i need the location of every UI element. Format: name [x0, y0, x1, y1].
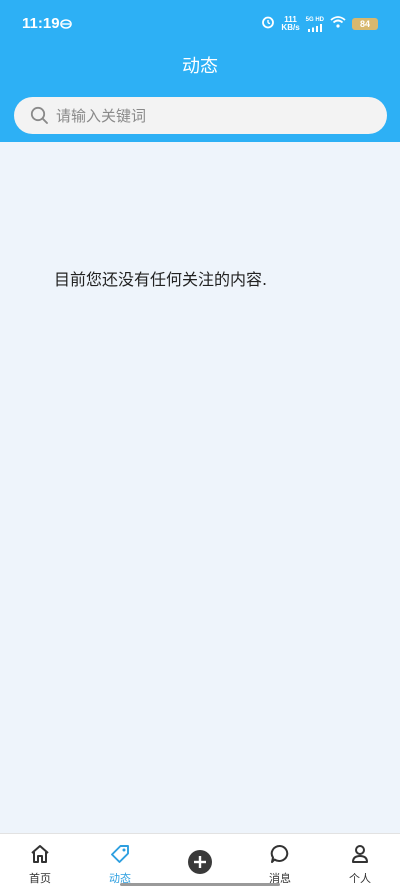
page-title: 动态 [182, 56, 218, 77]
battery-indicator: 84 [352, 18, 378, 30]
signal-label: 5G HD [305, 16, 324, 23]
cellular-signal-icon: 5G HD [306, 17, 324, 32]
tab-profile[interactable]: 个人 [320, 834, 400, 889]
tab-dynamics[interactable]: 动态 [80, 834, 160, 889]
plus-circle-icon [188, 850, 212, 874]
tab-messages[interactable]: 消息 [240, 834, 320, 889]
search-icon [30, 106, 49, 129]
tab-home-label: 首页 [29, 872, 51, 885]
bottom-tab-bar: 首页 动态 消息 个人 [0, 833, 400, 889]
home-indicator[interactable] [120, 883, 280, 886]
chat-bubble-icon [270, 844, 290, 864]
search-input[interactable] [56, 97, 356, 134]
person-icon [350, 844, 370, 864]
search-box[interactable] [14, 97, 387, 134]
tab-add[interactable] [160, 834, 240, 889]
empty-state-message: 目前您还没有任何关注的内容. [54, 270, 268, 289]
header-bar: 11:19 111 KB/s 5G HD 84 动态 [0, 0, 400, 142]
alarm-icon [261, 15, 275, 33]
wifi-icon [330, 16, 346, 32]
notification-icon [60, 17, 72, 33]
status-bar: 11:19 111 KB/s 5G HD 84 [0, 0, 400, 48]
status-time: 11:19 [22, 15, 60, 32]
tag-icon [110, 844, 130, 864]
network-speed: 111 KB/s [281, 16, 299, 32]
status-icons: 111 KB/s 5G HD 84 [261, 14, 378, 34]
tab-home[interactable]: 首页 [0, 834, 80, 889]
home-icon [30, 844, 50, 864]
network-speed-unit: KB/s [281, 23, 300, 32]
tab-profile-label: 个人 [349, 872, 371, 885]
